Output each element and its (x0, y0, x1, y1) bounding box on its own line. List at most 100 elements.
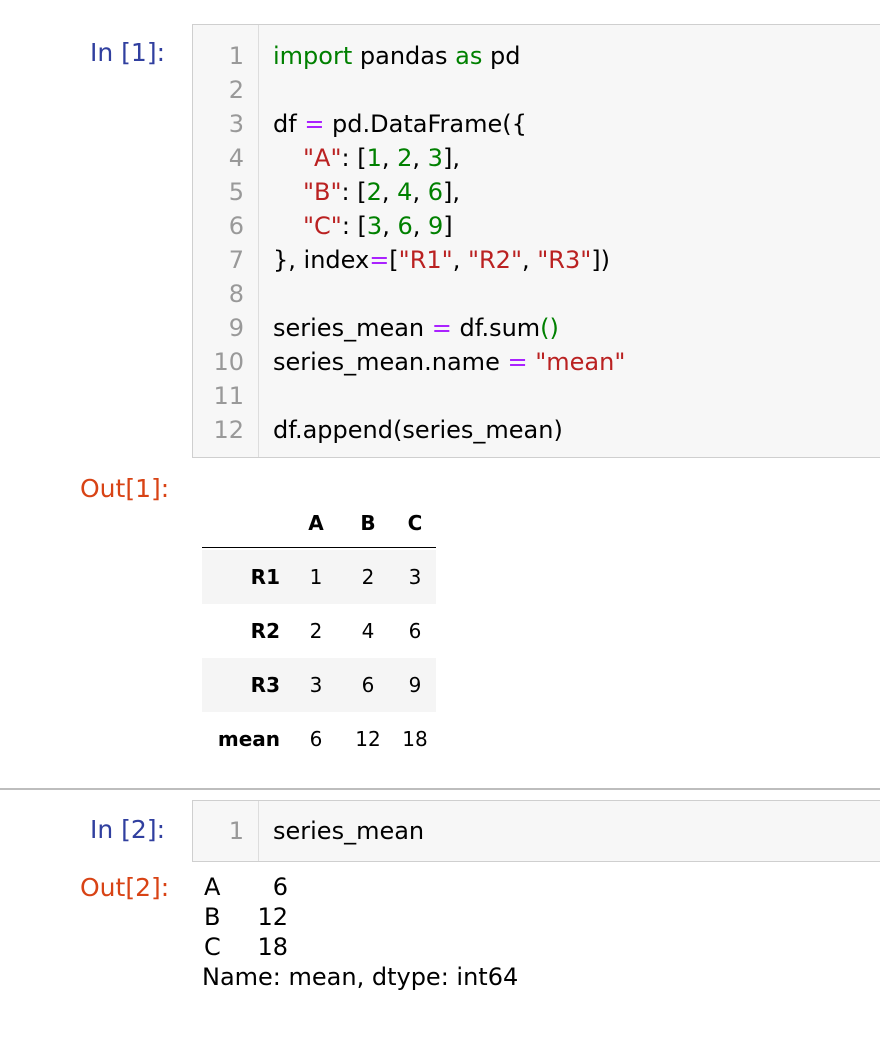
code-token: , (412, 212, 429, 240)
code-token: df.append(series_mean) (273, 416, 563, 444)
table-row: R3 3 6 9 (202, 658, 436, 712)
series-value: 6 (272, 873, 288, 901)
line-number: 5 (228, 178, 244, 206)
dataframe-header: A B C (202, 500, 436, 548)
code-token: df.sum (451, 314, 541, 342)
row-index: R3 (250, 673, 280, 697)
code-token: df (273, 110, 305, 138)
cell1-line-gutter: 1 2 3 4 5 6 7 8 9 10 11 12 (193, 25, 259, 457)
column-header: A (308, 511, 324, 535)
cell2-in-prompt: In [2]: (90, 815, 165, 844)
cell1-in-prompt: In [1]: (90, 38, 165, 67)
code-token-keyword: import (273, 42, 353, 70)
table-cell: 9 (408, 673, 422, 697)
line-number: 11 (213, 382, 244, 410)
code-token-string: "R1" (398, 246, 453, 274)
code-token-bracket: () (540, 314, 559, 342)
table-row: R1 1 2 3 (202, 550, 436, 604)
code-line-10: series_mean.name = "mean" (273, 345, 625, 379)
line-number: 8 (228, 280, 244, 308)
code-token: ]) (591, 246, 611, 274)
code-line-6: "C": [3, 6, 9] (303, 209, 453, 243)
code-token-number: 3 (427, 144, 443, 172)
series-value: 12 (257, 903, 288, 931)
table-cell: 2 (309, 619, 323, 643)
code-token: pd.DataFrame({ (324, 110, 527, 138)
series-value: 18 (257, 933, 288, 961)
cell2-out-prompt: Out[2]: (80, 873, 170, 902)
code-token-string: "R2" (467, 246, 522, 274)
code-token: pd (482, 42, 521, 70)
code-token: series_mean (273, 314, 432, 342)
line-number: 12 (213, 416, 244, 444)
series-entry: B 12 (202, 902, 518, 932)
series-footer: Name: mean, dtype: int64 (202, 963, 519, 991)
row-index: mean (217, 727, 280, 751)
series-entry: A 6 (202, 872, 518, 902)
code-token: , (381, 178, 398, 206)
code-token-operator: = (304, 110, 325, 138)
table-cell: 6 (309, 727, 323, 751)
table-cell: 1 (309, 565, 323, 589)
code-token-string: "C" (303, 212, 342, 240)
table-cell: 6 (408, 619, 422, 643)
table-cell: 4 (361, 619, 375, 643)
code-line-5: "B": [2, 4, 6], (303, 175, 460, 209)
code-token: ], (443, 178, 460, 206)
table-cell: 6 (361, 673, 375, 697)
code-token: }, index (273, 246, 370, 274)
code-line-9: series_mean = df.sum() (273, 311, 559, 345)
line-number: 1 (228, 817, 244, 845)
code-token-string: "A" (303, 144, 342, 172)
line-number: 4 (228, 144, 244, 172)
column-header: C (407, 511, 423, 535)
table-cell: 3 (408, 565, 422, 589)
series-entry: C 18 (202, 932, 518, 962)
code-token: series_mean.name (273, 348, 508, 376)
code-token-number: 2 (397, 144, 413, 172)
table-cell: 2 (361, 565, 375, 589)
series-output: A 6 B 12 C 18 Name: mean, dtype: int64 (202, 872, 518, 992)
code-token-operator: = (369, 246, 390, 274)
code-token-keyword: as (455, 42, 483, 70)
line-number: 7 (228, 246, 244, 274)
code-line-4: "A": [1, 2, 3], (303, 141, 460, 175)
code-token-number: 3 (366, 212, 383, 240)
code-token-string: "mean" (535, 348, 626, 376)
cell2-line-gutter: 1 (193, 801, 259, 861)
code-token: ], (442, 144, 460, 172)
line-number: 6 (228, 212, 244, 240)
code-line-1: import pandas as pd (273, 39, 520, 73)
code-token: pandas (352, 42, 456, 70)
line-number: 1 (228, 42, 244, 70)
code-token: : [ (341, 212, 367, 240)
cell1-code-editor[interactable]: 1 2 3 4 5 6 7 8 9 10 11 12 import pandas… (192, 24, 880, 458)
code-line-12: df.append(series_mean) (273, 413, 563, 447)
code-token: , (382, 212, 398, 240)
line-number: 9 (228, 314, 244, 342)
code-token: , (412, 178, 428, 206)
code-token-number: 6 (397, 212, 413, 240)
cell2-code-editor[interactable]: 1 series_mean (192, 800, 880, 862)
code-line-1: series_mean (273, 814, 424, 848)
cell1-out-prompt: Out[1]: (80, 474, 170, 503)
code-token: , (381, 144, 398, 172)
line-number: 3 (228, 110, 244, 138)
code-token: , (452, 246, 468, 274)
code-token-string: "B" (303, 178, 342, 206)
code-token-operator: = (431, 314, 452, 342)
code-token: , (412, 144, 428, 172)
table-row: mean 6 12 18 (202, 712, 436, 766)
code-token-string: "R3" (537, 246, 592, 274)
table-cell: 18 (402, 727, 428, 751)
code-token-operator: = (507, 348, 528, 376)
line-number: 10 (213, 348, 244, 376)
code-token: : [ (341, 144, 367, 172)
row-index: R2 (250, 619, 280, 643)
code-token-number: 2 (366, 178, 382, 206)
line-number: 2 (228, 76, 244, 104)
code-token-number: 4 (397, 178, 413, 206)
code-token: series_mean (273, 817, 425, 845)
code-token: : [ (341, 178, 367, 206)
code-token-number: 9 (428, 212, 444, 240)
